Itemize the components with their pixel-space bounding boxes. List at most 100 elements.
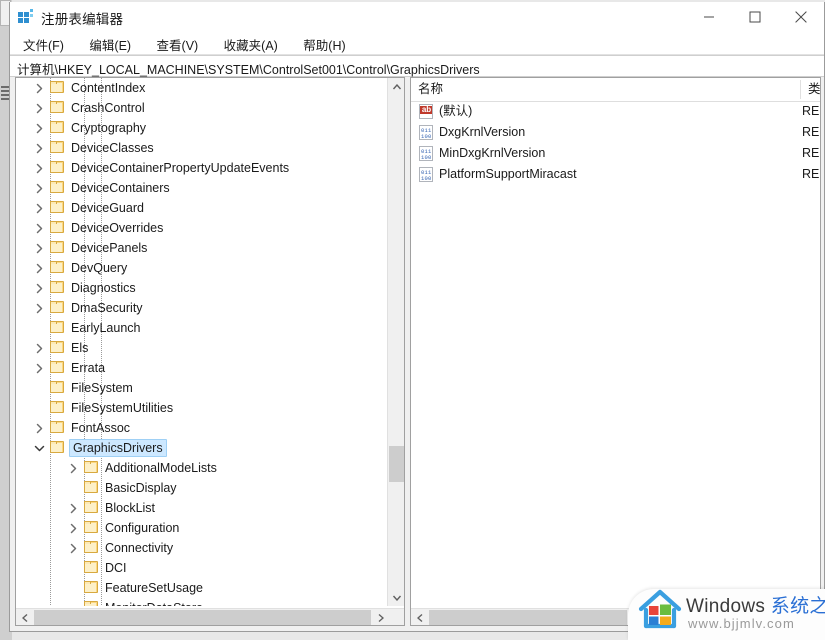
- tree-node-label: Diagnostics: [71, 281, 136, 295]
- tree-node-label: DeviceClasses: [71, 141, 154, 155]
- value-row[interactable]: 011 100 MinDxgKrnlVersion RE: [411, 143, 820, 164]
- column-header-name[interactable]: 名称: [411, 78, 800, 101]
- string-value-icon: ab: [419, 104, 434, 119]
- tree-node[interactable]: Cryptography: [16, 118, 387, 138]
- tree-node[interactable]: AdditionalModeLists: [16, 458, 387, 478]
- tree-node-label: GraphicsDrivers: [69, 439, 167, 457]
- tree-node[interactable]: FileSystemUtilities: [16, 398, 387, 418]
- tree-node[interactable]: FileSystem: [16, 378, 387, 398]
- chevron-right-icon[interactable]: [33, 82, 46, 95]
- chevron-right-icon[interactable]: [33, 182, 46, 195]
- tree-node[interactable]: DmaSecurity: [16, 298, 387, 318]
- folder-icon: [84, 601, 99, 606]
- tree-node[interactable]: BlockList: [16, 498, 387, 518]
- chevron-right-icon[interactable]: [33, 242, 46, 255]
- tree-node[interactable]: Errata: [16, 358, 387, 378]
- value-row[interactable]: 011 100 DxgKrnlVersion RE: [411, 122, 820, 143]
- tree-node-label: DeviceContainers: [71, 181, 170, 195]
- value-name: DxgKrnlVersion: [439, 125, 526, 139]
- tree-node[interactable]: BasicDisplay: [16, 478, 387, 498]
- tree-node[interactable]: DevicePanels: [16, 238, 387, 258]
- value-name: (默认): [439, 104, 473, 118]
- tree-node-label: DmaSecurity: [71, 301, 143, 315]
- value-type: RE: [802, 167, 820, 181]
- chevron-right-icon[interactable]: [33, 142, 46, 155]
- chevron-right-icon[interactable]: [67, 462, 80, 475]
- tree-node-label: DCI: [105, 561, 127, 575]
- tree-node[interactable]: DeviceContainers: [16, 178, 387, 198]
- tree-scroll-up-button[interactable]: [388, 78, 404, 95]
- tree-node[interactable]: Diagnostics: [16, 278, 387, 298]
- folder-icon: [50, 401, 65, 414]
- menu-file[interactable]: 文件(F): [20, 33, 73, 56]
- tree-node-label: MonitorDataStore: [103, 600, 206, 606]
- tree-node-selected[interactable]: GraphicsDrivers: [16, 438, 387, 458]
- tree-node[interactable]: DCI: [16, 558, 387, 578]
- tree-node-list: ContentIndex CrashControl Cryptography Devi…: [16, 78, 387, 606]
- minimize-button[interactable]: [686, 2, 732, 31]
- tree-node[interactable]: FontAssoc: [16, 418, 387, 438]
- tree-node[interactable]: DeviceGuard: [16, 198, 387, 218]
- chevron-right-icon[interactable]: [67, 502, 80, 515]
- menu-help[interactable]: 帮助(H): [300, 33, 354, 56]
- tree-node-label: CrashControl: [71, 101, 145, 115]
- values-scroll-left-button[interactable]: [411, 609, 428, 625]
- tree-node[interactable]: EarlyLaunch: [16, 318, 387, 338]
- tree-scroll-left-button[interactable]: [16, 609, 33, 625]
- address-bar[interactable]: 计算机\HKEY_LOCAL_MACHINE\SYSTEM\ControlSet…: [10, 55, 824, 77]
- tree-node[interactable]: Els: [16, 338, 387, 358]
- value-row[interactable]: 011 100 PlatformSupportMiracast RE: [411, 164, 820, 185]
- column-header-type[interactable]: 类: [801, 78, 820, 101]
- values-horizontal-scrollbar[interactable]: [411, 608, 820, 625]
- chevron-right-icon[interactable]: [33, 122, 46, 135]
- tree-node[interactable]: DeviceOverrides: [16, 218, 387, 238]
- chevron-right-icon[interactable]: [33, 422, 46, 435]
- tree-node[interactable]: DevQuery: [16, 258, 387, 278]
- address-path-text: 计算机\HKEY_LOCAL_MACHINE\SYSTEM\ControlSet…: [17, 63, 480, 77]
- tree-node-label: EarlyLaunch: [71, 321, 141, 335]
- chevron-right-icon[interactable]: [33, 342, 46, 355]
- chevron-right-icon[interactable]: [33, 202, 46, 215]
- chevron-down-icon[interactable]: [33, 442, 46, 455]
- chevron-right-icon[interactable]: [33, 362, 46, 375]
- tree-scrollbar-thumb[interactable]: [389, 446, 404, 482]
- tree-node[interactable]: Connectivity: [16, 538, 387, 558]
- menu-edit[interactable]: 编辑(E): [86, 33, 140, 56]
- folder-icon: [50, 81, 65, 94]
- tree-node[interactable]: ContentIndex: [16, 78, 387, 98]
- tree-node[interactable]: CrashControl: [16, 98, 387, 118]
- tree-node-label: DevQuery: [71, 261, 128, 275]
- folder-icon: [50, 261, 65, 274]
- value-name: PlatformSupportMiracast: [439, 167, 577, 181]
- tree-leaf-marker: [33, 402, 46, 415]
- chevron-right-icon[interactable]: [67, 542, 80, 555]
- chevron-right-icon[interactable]: [33, 262, 46, 275]
- tree-node[interactable]: MonitorDataStore: [16, 598, 387, 606]
- close-button[interactable]: [778, 2, 824, 31]
- chevron-right-icon[interactable]: [33, 282, 46, 295]
- value-row[interactable]: ab (默认) RE: [411, 101, 820, 122]
- tree-scroll-down-button[interactable]: [388, 589, 404, 606]
- maximize-button[interactable]: [732, 2, 778, 31]
- tree-node[interactable]: DeviceContainerPropertyUpdateEvents: [16, 158, 387, 178]
- values-hscrollbar-thumb[interactable]: [429, 610, 627, 625]
- menu-view[interactable]: 查看(V): [154, 33, 208, 56]
- chevron-right-icon[interactable]: [33, 162, 46, 175]
- folder-icon: [84, 501, 99, 514]
- folder-icon: [50, 121, 65, 134]
- tree-horizontal-scrollbar[interactable]: [16, 608, 404, 625]
- menu-favorites[interactable]: 收藏夹(A): [221, 33, 287, 56]
- tree-node[interactable]: DeviceClasses: [16, 138, 387, 158]
- tree-scroll-right-button[interactable]: [372, 609, 389, 625]
- tree-viewport: ContentIndex CrashControl Cryptography Devi…: [16, 78, 387, 606]
- registry-editor-window: 注册表编辑器 文件(F) 编辑(E) 查看(V) 收藏夹(A) 帮助(H) 计算…: [9, 2, 825, 632]
- chevron-right-icon[interactable]: [33, 102, 46, 115]
- chevron-right-icon[interactable]: [33, 302, 46, 315]
- tree-node[interactable]: Configuration: [16, 518, 387, 538]
- tree-node[interactable]: FeatureSetUsage: [16, 578, 387, 598]
- tree-hscrollbar-thumb[interactable]: [34, 610, 371, 625]
- chevron-right-icon[interactable]: [33, 222, 46, 235]
- tree-vertical-scrollbar[interactable]: [387, 78, 404, 606]
- chevron-right-icon[interactable]: [67, 522, 80, 535]
- window-title: 注册表编辑器: [41, 12, 124, 27]
